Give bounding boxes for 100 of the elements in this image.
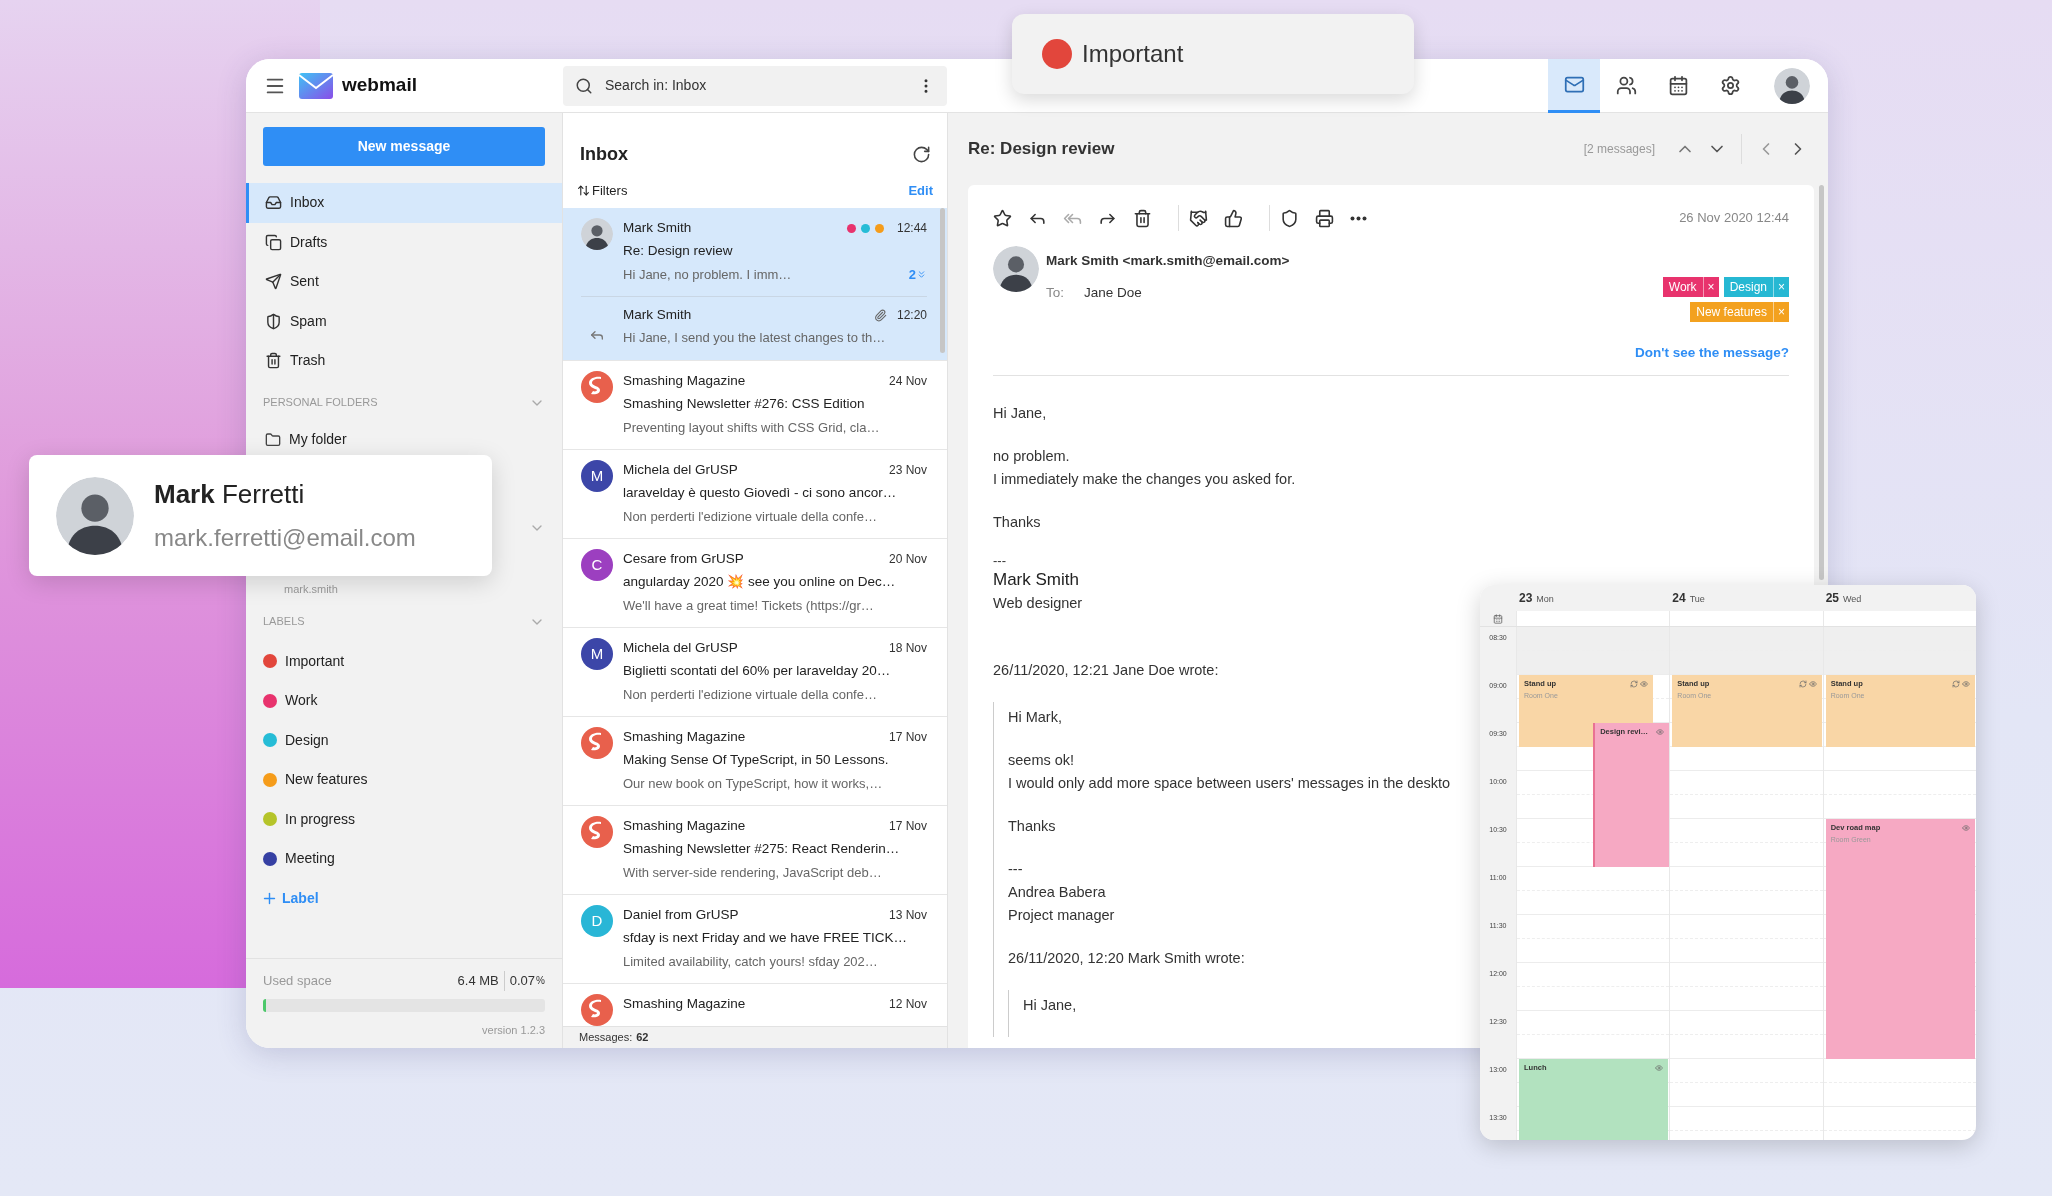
message-subject: Making Sense Of TypeScript, in 50 Lessons. (623, 751, 890, 770)
body-text: Hi Jane, (1023, 996, 1077, 1016)
folder-icon (265, 431, 281, 448)
sender-name: Daniel from GrUSP (623, 906, 739, 924)
day-number: 23 (1519, 590, 1533, 607)
day-number: 25 (1825, 590, 1839, 607)
signature-role: Web designer (993, 594, 1083, 614)
message-time: 18 Nov (888, 640, 927, 658)
shield-icon (1280, 208, 1299, 228)
label-item[interactable]: Design (285, 729, 329, 751)
trash-icon (1133, 208, 1152, 228)
storage-percent: 0.07 (508, 972, 536, 990)
message-time: 12 Nov (888, 996, 927, 1014)
repeat-icon (1629, 679, 1638, 688)
body-text: seems ok! I would only add more space between users' messages in the deskto (1008, 751, 1451, 794)
paperclip-icon (873, 308, 887, 322)
message-subject: laravelday è questo Giovedì - ci sono ancor… (623, 484, 898, 503)
message-subject: Smashing Newsletter #276: CSS Edition (623, 395, 866, 414)
message-time: 24 Nov (888, 373, 927, 391)
remove-tag-button[interactable]: × (1702, 277, 1719, 297)
message-preview: Limited availability, catch yours! sfday 202… (623, 952, 878, 971)
signature-separator: --- (993, 554, 1007, 569)
storage-label: Used space (263, 972, 332, 990)
sender-name: Michela del GrUSP (623, 461, 738, 479)
label-item[interactable]: In progress (285, 808, 356, 830)
search-icon (575, 76, 593, 95)
folder-item[interactable]: My folder (246, 424, 562, 455)
body-text: Thanks (993, 513, 1041, 533)
search-input[interactable]: Search in: Inbox (605, 75, 905, 96)
message-count: [2 messages] (1583, 141, 1655, 158)
message-preview: Hi Jane, I send you the latest changes to th… (623, 329, 887, 348)
folder-item[interactable]: Trash (246, 341, 562, 381)
message-preview: We'll have a great time! Tickets (https://gr… (623, 596, 874, 615)
label-item[interactable]: Important (285, 650, 345, 672)
scrollbar[interactable] (1819, 185, 1824, 580)
eye-icon (1656, 727, 1665, 736)
tag: New features × (1690, 302, 1789, 322)
folder-item[interactable]: Spam (246, 301, 562, 341)
version-label: version 1.2.3 (482, 1022, 545, 1038)
shield-icon (265, 312, 282, 330)
folder-item[interactable]: Drafts (246, 222, 562, 262)
message-time: 23 Nov (888, 462, 927, 480)
profile-name: Mark Ferretti (154, 478, 306, 511)
double-chevron-icon (916, 268, 927, 280)
more-button[interactable] (1350, 215, 1367, 221)
body-text: Hi Jane, (993, 404, 1047, 424)
sort-icon (577, 183, 590, 197)
letter-avatar: D (581, 905, 613, 937)
message-subject: Smashing Newsletter #275: React Renderin… (623, 840, 901, 859)
eye-icon (1639, 679, 1648, 688)
sender-name: Michela del GrUSP (623, 639, 738, 657)
message-date: 26 Nov 2020 12:44 (1679, 209, 1789, 228)
refresh-icon[interactable] (912, 145, 931, 164)
more-icon (1350, 215, 1367, 221)
thumbs-up-icon (1224, 208, 1243, 228)
tag: Work × (1662, 277, 1719, 297)
handshake-icon (1189, 208, 1208, 228)
label-item[interactable]: New features (285, 769, 368, 791)
message-item[interactable]: Mark Smith 12:44 Re: Design review Hi Jane, no problem. I imm… 2 Mark Smith 12:20 Hi Jane, I send you the latest changes to th… (563, 208, 947, 361)
message-subject: angularday 2020 💥 see you online on Dec… (623, 573, 897, 592)
message-count: 62 (636, 1030, 649, 1046)
nav-tab[interactable] (1548, 59, 1600, 113)
sender-name: Smashing Magazine (623, 728, 746, 746)
folder-item[interactable]: Sent (246, 262, 562, 302)
label-item[interactable]: Work (285, 690, 318, 712)
tag: Design × (1723, 277, 1789, 297)
drafts-icon (265, 233, 282, 251)
star-icon (993, 208, 1012, 228)
body-text: Hi Mark, (1008, 708, 1062, 728)
body-text: 26/11/2020, 12:20 Mark Smith wrote: (1008, 949, 1245, 969)
to-label: To: (1046, 284, 1064, 303)
repeat-icon (1952, 679, 1960, 688)
logo-icon (298, 71, 334, 100)
eye-icon (1808, 679, 1817, 688)
sender-name: Mark Smith (623, 219, 692, 237)
message-count-label: Messages: (579, 1030, 633, 1046)
letter-avatar: M (581, 638, 613, 670)
day-number: 24 (1672, 590, 1686, 607)
message-preview: With server-side rendering, JavaScript deb… (623, 863, 882, 882)
settings-icon (1719, 75, 1741, 96)
label-item[interactable]: Meeting (285, 848, 335, 870)
message-subject: Biglietti scontati del 60% per laravelday 20… (623, 662, 892, 681)
message-time: 20 Nov (888, 551, 927, 569)
message-preview: Preventing layout shifts with CSS Grid, cla… (623, 418, 880, 437)
contacts-icon (1615, 75, 1637, 96)
message-preview: Hi Jane, no problem. I imm… (623, 265, 792, 284)
message-preview: Our new book on TypeScript, how it works,… (623, 774, 883, 793)
percent-sign: % (535, 974, 545, 989)
scrollbar[interactable] (940, 208, 945, 353)
message-preview: Non perderti l'edizione virtuale della confe… (623, 685, 877, 704)
message-time: 13 Nov (888, 907, 927, 925)
sender-name: Cesare from GrUSP (623, 550, 744, 568)
search-field[interactable]: Search in: Inbox (563, 65, 947, 106)
body-text: --- Andrea Babera Project manager (1008, 860, 1115, 926)
folder-item[interactable]: Inbox (246, 183, 562, 223)
filters-button[interactable]: Filters (577, 180, 628, 200)
avatar (581, 218, 613, 250)
app-name: webmail (342, 73, 417, 98)
calendar-icon (1667, 75, 1689, 96)
message-subject: Re: Design review (623, 242, 734, 261)
